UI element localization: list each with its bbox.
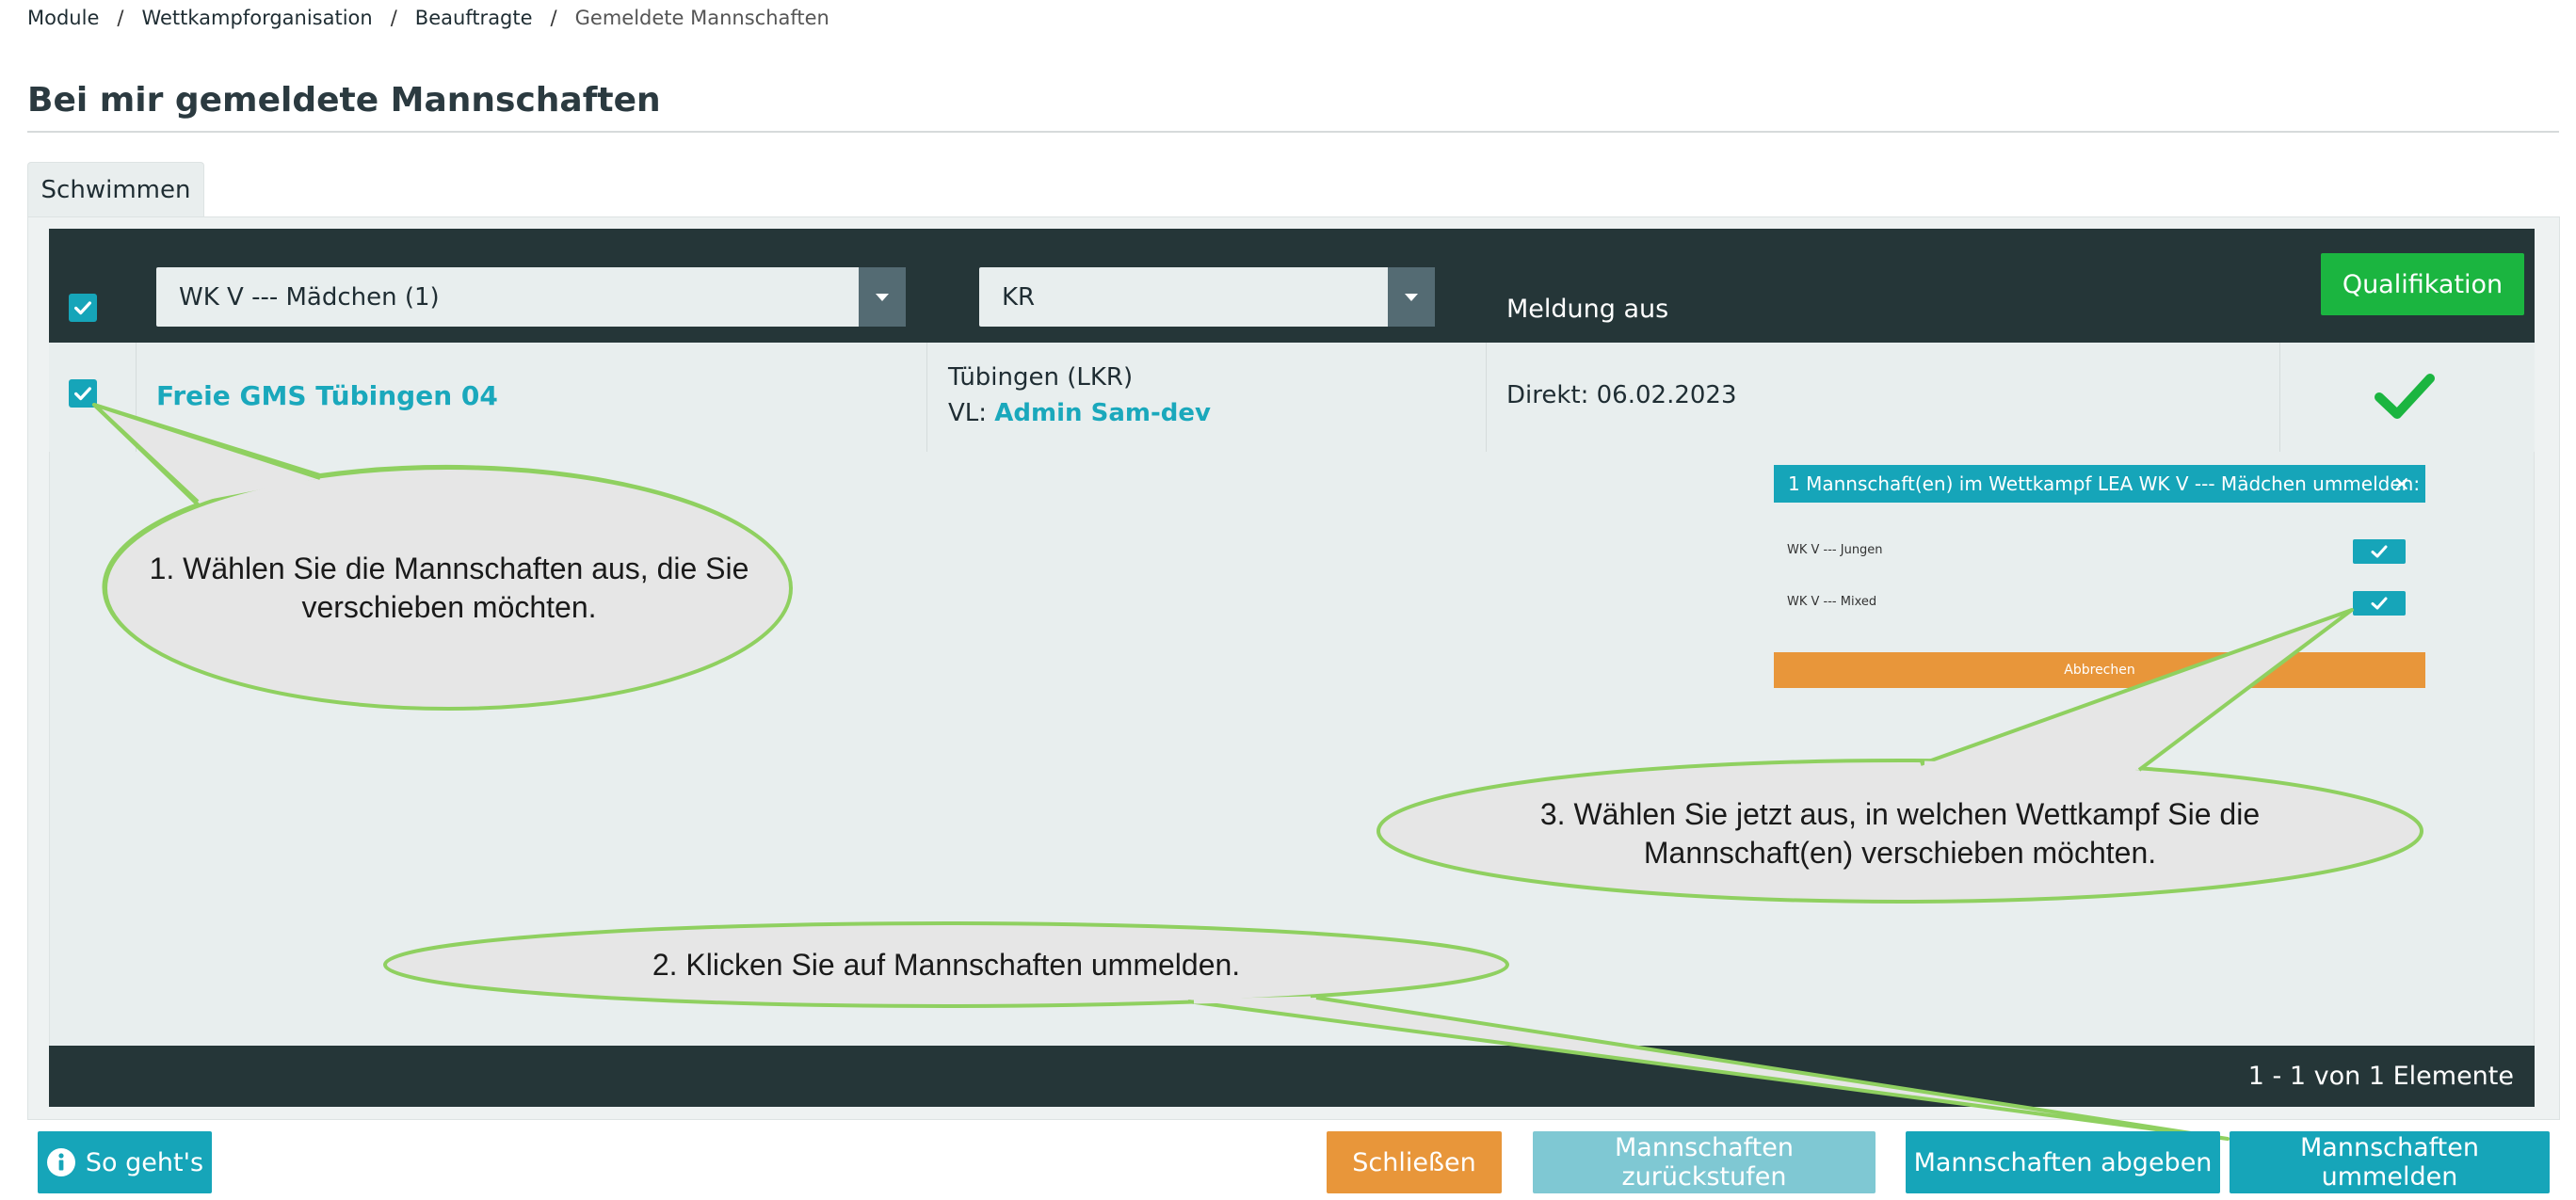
row-checkbox[interactable]: [69, 379, 97, 408]
district-select[interactable]: KR: [979, 267, 1435, 327]
team-leader-prefix: VL:: [948, 399, 988, 427]
column-header-meldung: Meldung aus: [1506, 295, 1669, 324]
breadcrumb-item-beauftragte[interactable]: Beauftragte: [415, 7, 533, 29]
callout-text-step2: 2. Klicken Sie auf Mannschaften ummelden…: [652, 948, 1241, 982]
downgrade-teams-button[interactable]: Mannschaften zurückstufen: [1533, 1131, 1876, 1193]
reassign-teams-button[interactable]: Mannschaften ummelden: [2230, 1131, 2550, 1193]
reassign-dialog-header: 1 Mannschaft(en) im Wettkampf LEA WK V -…: [1774, 465, 2425, 503]
grid-footer: [49, 1046, 2535, 1107]
competition-select-value: WK V --- Mädchen (1): [179, 282, 440, 312]
callout-text-step3: 3. Wählen Sie jetzt aus, in welchen Wett…: [1412, 795, 2388, 872]
checkmark-icon: [74, 301, 91, 315]
dialog-option-checkbox[interactable]: [2353, 539, 2406, 564]
cell-divider: [2279, 343, 2280, 452]
hand-over-teams-button[interactable]: Mannschaften abgeben: [1906, 1131, 2220, 1193]
breadcrumb-separator: /: [550, 7, 557, 29]
cell-divider: [136, 343, 137, 452]
page-title: Bei mir gemeldete Mannschaften: [27, 81, 661, 120]
team-region: Tübingen (LKR): [948, 363, 1134, 392]
breadcrumb: Module / Wettkampforganisation / Beauftr…: [27, 7, 829, 29]
title-divider: [27, 131, 2559, 133]
dialog-option-label: WK V --- Mixed: [1787, 595, 1877, 609]
dialog-cancel-button[interactable]: Abbrechen: [1774, 652, 2425, 688]
chevron-down-icon[interactable]: [859, 267, 906, 327]
close-icon[interactable]: ×: [2393, 472, 2410, 496]
callout-text-step1-line1: 1. Wählen Sie die Mannschaften aus, die …: [149, 552, 749, 585]
callout-text-step3-line1: 3. Wählen Sie jetzt aus, in welchen Wett…: [1539, 797, 2261, 831]
dialog-option-label: WK V --- Jungen: [1787, 543, 1883, 557]
reassign-dialog-title: 1 Mannschaft(en) im Wettkampf LEA WK V -…: [1788, 472, 2421, 495]
team-name-link[interactable]: Freie GMS Tübingen 04: [156, 380, 498, 411]
meldung-value: Direkt: 06.02.2023: [1506, 381, 1737, 409]
callout-text-step1: 1. Wählen Sie die Mannschaften aus, die …: [105, 550, 793, 627]
district-select-value: KR: [1002, 282, 1036, 312]
chevron-down-icon[interactable]: [1388, 267, 1435, 327]
checkmark-icon: [2371, 597, 2388, 610]
callout-text-step3-line2: Mannschaft(en) verschieben möchten.: [1643, 836, 2157, 870]
checkmark-icon: [2371, 545, 2388, 558]
qualification-button[interactable]: Qualifikation: [2321, 253, 2524, 315]
cell-divider: [926, 343, 927, 452]
pager-info: 1 - 1 von 1 Elemente: [2247, 1062, 2514, 1091]
team-leader-link[interactable]: Admin Sam-dev: [994, 399, 1211, 427]
select-all-checkbox[interactable]: [69, 294, 97, 322]
tab-schwimmen[interactable]: Schwimmen: [27, 162, 204, 216]
help-button[interactable]: So geht's: [38, 1131, 212, 1193]
callout-text-step1-line2: verschieben möchten.: [301, 590, 597, 624]
cell-divider: [1486, 343, 1487, 452]
team-leader: VL: Admin Sam-dev: [948, 399, 1211, 427]
help-button-label: So geht's: [85, 1147, 204, 1177]
breadcrumb-item-module[interactable]: Module: [27, 7, 99, 29]
breadcrumb-item-wettkampforganisation[interactable]: Wettkampforganisation: [141, 7, 372, 29]
breadcrumb-separator: /: [117, 7, 124, 29]
dialog-option-checkbox[interactable]: [2353, 591, 2406, 616]
competition-select[interactable]: WK V --- Mädchen (1): [156, 267, 906, 327]
qualified-checkmark-icon: [2375, 374, 2435, 419]
breadcrumb-item-current: Gemeldete Mannschaften: [574, 7, 829, 29]
close-button[interactable]: Schließen: [1327, 1131, 1502, 1193]
info-icon: [46, 1148, 75, 1176]
breadcrumb-separator: /: [390, 7, 397, 29]
checkmark-icon: [74, 387, 91, 401]
